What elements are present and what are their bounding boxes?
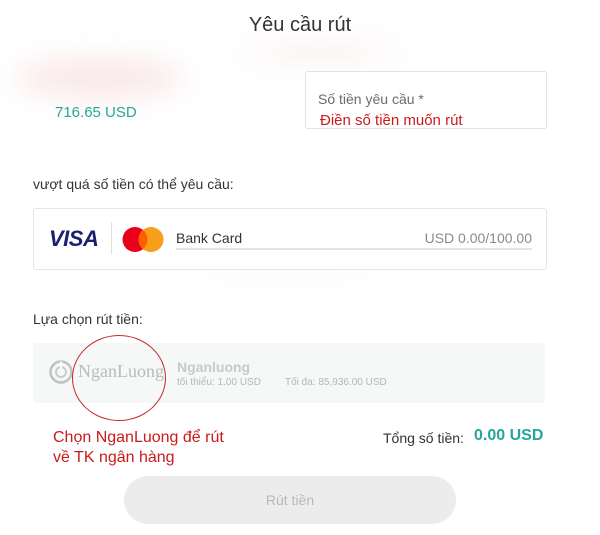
total-value: 0.00 USD <box>474 427 544 444</box>
logo-divider <box>111 222 112 254</box>
withdraw-submit-button[interactable]: Rút tiền <box>124 476 456 524</box>
amount-input[interactable] <box>318 88 538 110</box>
background-blur <box>240 42 400 62</box>
total-label: Tổng số tiền: <box>383 430 464 446</box>
annotation-enter-amount: Điền số tiền muốn rút <box>320 112 463 129</box>
exceed-amount-label: vượt quá số tiền có thể yêu cầu: <box>33 176 234 192</box>
withdraw-method-label: Lựa chọn rút tiền: <box>33 311 143 327</box>
annotation-choose-nganluong: Chọn NganLuong để rút về TK ngân hàng <box>53 429 224 466</box>
bank-card-progress-track <box>176 248 532 250</box>
background-blur <box>15 58 185 98</box>
nganluong-logo-text: NganLuong <box>78 361 164 381</box>
nganluong-logo-icon <box>49 360 73 384</box>
available-balance: 716.65 USD <box>55 104 137 121</box>
page-title: Yêu cầu rút <box>248 14 352 36</box>
nganluong-name: Nganluong <box>177 359 251 375</box>
bank-card-name: Bank Card <box>176 230 243 246</box>
visa-logo: VISA <box>49 226 99 251</box>
nganluong-max-limit: Tối đa: 85,936.00 USD <box>285 377 387 388</box>
nganluong-min-limit: tối thiểu: 1.00 USD <box>177 377 261 388</box>
bank-card-limit: USD 0.00/100.00 <box>424 230 532 246</box>
mastercard-logo-icon <box>122 227 164 252</box>
